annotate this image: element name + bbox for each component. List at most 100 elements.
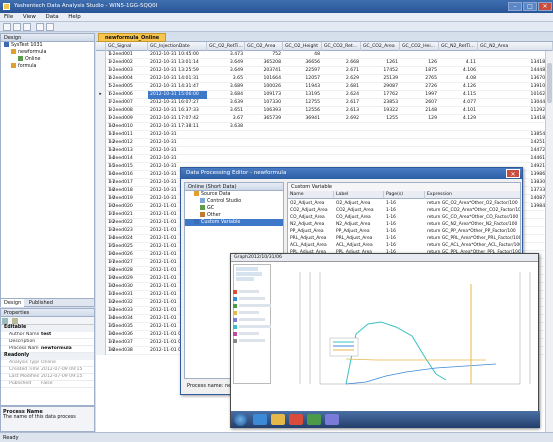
column-header[interactable]: GC_N2_RetTi...: [439, 42, 478, 51]
table-cell[interactable]: 2012-10-31: [148, 131, 207, 139]
table-row[interactable]: 81-2eed0082012-10-31 16:37:333.651106393…: [96, 107, 553, 115]
row-indicator[interactable]: [96, 291, 106, 299]
row-indicator[interactable]: [96, 235, 106, 243]
taskbar-media-icon[interactable]: [289, 414, 303, 425]
property-value[interactable]: [39, 339, 94, 345]
row-indicator[interactable]: [96, 187, 106, 195]
taskbar-app2-icon[interactable]: [325, 414, 339, 425]
dialog-tree-item[interactable]: Custom Variable: [185, 219, 283, 226]
table-cell[interactable]: [400, 123, 439, 131]
table-row[interactable]: 91-2eed0092012-10-31 17:07:423.673657393…: [96, 115, 553, 123]
table-cell[interactable]: [439, 131, 478, 139]
series-list-item[interactable]: [233, 296, 283, 301]
table-cell[interactable]: 2012-10-31 14:31:47: [148, 83, 207, 91]
table-row[interactable]: 31-2eed0032012-10-31 13:25:593.649203741…: [96, 67, 553, 75]
table-cell[interactable]: [361, 123, 400, 131]
table-cell[interactable]: 1447214: [478, 147, 553, 155]
table-cell[interactable]: 1255: [361, 115, 400, 123]
tree-item[interactable]: Online: [1, 56, 94, 63]
dialog-close-button[interactable]: ✕: [506, 169, 520, 178]
property-row[interactable]: Last Modified 2012-07-09 09:15: [1, 374, 94, 381]
categorized-icon[interactable]: [2, 318, 8, 324]
column-header[interactable]: GC_InjectionDate: [148, 42, 207, 51]
table-cell[interactable]: 107330: [245, 99, 283, 107]
table-cell[interactable]: 1391055: [478, 83, 553, 91]
series-list-item[interactable]: [233, 331, 283, 336]
series-list-item[interactable]: [233, 338, 283, 343]
table-cell[interactable]: [361, 155, 400, 163]
table-cell[interactable]: 3.473: [207, 51, 245, 59]
table-row[interactable]: 11-2eed0012012-10-31 10:45:003.47375248: [96, 51, 553, 59]
table-cell[interactable]: 2607: [400, 99, 439, 107]
tree-item[interactable]: newformula: [1, 49, 94, 56]
table-cell[interactable]: 17762: [361, 91, 400, 99]
row-indicator[interactable]: [96, 155, 106, 163]
row-indicator[interactable]: [96, 331, 106, 339]
table-cell[interactable]: [400, 155, 439, 163]
column-header[interactable]: GC_CO2_Hei...: [400, 42, 439, 51]
row-indicator[interactable]: [96, 83, 106, 91]
column-header[interactable]: GC_Signal: [106, 42, 148, 51]
run-icon[interactable]: [36, 23, 44, 31]
table-cell[interactable]: 4.08: [439, 75, 478, 83]
table-cell[interactable]: [478, 123, 553, 131]
grid-scrollbar[interactable]: [545, 51, 553, 432]
table-cell[interactable]: 1341855: [478, 115, 553, 123]
row-indicator[interactable]: [96, 323, 106, 331]
dialog-tree-item[interactable]: Other: [185, 212, 283, 219]
row-indicator[interactable]: [96, 299, 106, 307]
tab-published[interactable]: Published: [26, 299, 56, 307]
row-indicator[interactable]: [96, 163, 106, 171]
table-cell[interactable]: 3.638: [207, 123, 245, 131]
table-row[interactable]: 51-2eed0052012-10-31 14:31:473.689100026…: [96, 83, 553, 91]
table-cell[interactable]: 2012-10-31: [148, 147, 207, 155]
scrollbar-thumb[interactable]: [547, 63, 552, 103]
taskbar-app-icon[interactable]: [307, 414, 321, 425]
variable-column-header[interactable]: Expression: [425, 191, 520, 199]
table-cell[interactable]: 1446154: [478, 155, 553, 163]
row-indicator[interactable]: [96, 123, 106, 131]
row-indicator[interactable]: ▸: [96, 91, 106, 99]
table-cell[interactable]: 25139: [361, 75, 400, 83]
table-cell[interactable]: 2012-10-31 13:25:59: [148, 67, 207, 75]
tab-design[interactable]: Design: [1, 299, 25, 307]
property-value[interactable]: 2012-07-09 09:15: [39, 367, 94, 373]
property-category[interactable]: Readonly: [1, 353, 94, 360]
table-cell[interactable]: 3.639: [207, 99, 245, 107]
row-indicator[interactable]: [96, 147, 106, 155]
table-cell[interactable]: 365208: [245, 59, 283, 67]
row-indicator[interactable]: [96, 115, 106, 123]
table-cell[interactable]: 1425176: [478, 139, 553, 147]
row-indicator[interactable]: [96, 99, 106, 107]
taskbar-folder-icon[interactable]: [271, 414, 285, 425]
table-cell[interactable]: 101664: [245, 75, 283, 83]
table-cell[interactable]: 126: [400, 59, 439, 67]
table-cell[interactable]: 1261: [361, 59, 400, 67]
dialog-tree-item[interactable]: Source Data: [185, 191, 283, 198]
table-cell[interactable]: 4.077: [439, 99, 478, 107]
row-indicator[interactable]: [96, 259, 106, 267]
table-cell[interactable]: [322, 131, 361, 139]
table-cell[interactable]: 1304400: [478, 99, 553, 107]
table-cell[interactable]: 2012-10-31 16:37:33: [148, 107, 207, 115]
table-cell[interactable]: [439, 147, 478, 155]
start-button[interactable]: [234, 413, 247, 426]
table-cell[interactable]: 2726: [400, 83, 439, 91]
row-indicator[interactable]: [96, 139, 106, 147]
table-cell[interactable]: 1385446: [478, 131, 553, 139]
variable-row[interactable]: CO2_Adjust_Area CO2_Adjust_Area 1-16 return…: [288, 207, 520, 214]
table-cell[interactable]: [361, 139, 400, 147]
row-indicator[interactable]: [96, 251, 106, 259]
variable-row[interactable]: PP_Adjust_Area PP_Adjust_Area 1-16 return G…: [288, 228, 520, 235]
row-indicator[interactable]: [96, 243, 106, 251]
table-cell[interactable]: 2.613: [322, 107, 361, 115]
table-cell[interactable]: 19322: [361, 107, 400, 115]
series-list-item[interactable]: [233, 310, 283, 315]
row-indicator[interactable]: [96, 339, 106, 347]
table-cell[interactable]: [245, 147, 283, 155]
column-header[interactable]: GC_O2_Height: [283, 42, 322, 51]
table-cell[interactable]: 365739: [245, 115, 283, 123]
maximize-button[interactable]: □: [523, 2, 537, 11]
series-list-item[interactable]: [233, 289, 283, 294]
menu-data[interactable]: Data: [41, 13, 62, 21]
